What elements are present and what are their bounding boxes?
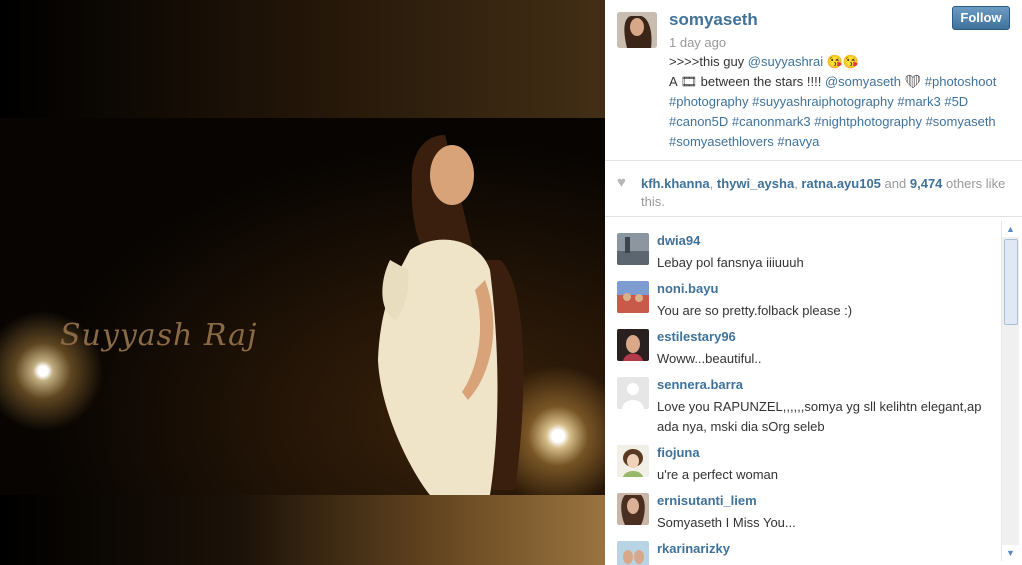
comments-list: dwia94 Lebay pol fansnya iiiuuuh noni.ba… [605, 217, 1022, 565]
photo-watermark: Suyyash Raj [60, 318, 258, 353]
comment-avatar[interactable] [617, 329, 649, 361]
avatar-image [617, 493, 649, 525]
photo-subject-figure [378, 135, 524, 495]
scroll-down-arrow-icon[interactable]: ▼ [1002, 545, 1019, 561]
comment-text: u're a perfect woman [657, 467, 778, 482]
comment-avatar[interactable] [617, 233, 649, 265]
avatar-image [617, 541, 649, 565]
avatar-image [617, 233, 649, 265]
comment-text: Somyaseth I Miss You... [657, 515, 796, 530]
caption-mention-link-2[interactable]: @somyaseth [825, 74, 901, 89]
likes-summary: kfh.khanna, thywi_aysha, ratna.ayu105 an… [641, 176, 1006, 209]
comment-username[interactable]: ernisutanti_liem [657, 493, 757, 508]
scroll-up-arrow-icon[interactable]: ▲ [1002, 221, 1019, 237]
comments-scrollbar[interactable]: ▲ ▼ [1001, 221, 1019, 561]
scrollbar-thumb[interactable] [1004, 239, 1018, 325]
post-caption: >>>>this guy @suyyashrai 😘😘 A 🎞 between … [669, 52, 1014, 152]
avatar-image [617, 329, 649, 361]
avatar-image [617, 445, 649, 477]
comment-username[interactable]: noni.bayu [657, 281, 718, 296]
avatar-image [617, 12, 657, 48]
comment-text: Love you RAPUNZEL,,,,,,somya yg sll keli… [657, 399, 982, 434]
comment-avatar[interactable] [617, 377, 649, 409]
default-avatar-icon [617, 377, 649, 409]
like-user-link[interactable]: ratna.ayu105 [801, 176, 881, 191]
comment-avatar[interactable] [617, 493, 649, 525]
heart-icon[interactable]: ♥ [617, 175, 631, 190]
comment-username[interactable]: dwia94 [657, 233, 700, 248]
follow-button[interactable]: Follow [952, 6, 1010, 30]
likes-section: ♥ kfh.khanna, thywi_aysha, ratna.ayu105 … [605, 161, 1022, 217]
photo-bottom-shade [0, 495, 605, 565]
avatar[interactable] [617, 12, 657, 48]
post-header: somyaseth 1 day ago Follow >>>>this guy … [605, 0, 1022, 161]
likes-and-label: and [884, 176, 907, 191]
post-sidebar: somyaseth 1 day ago Follow >>>>this guy … [605, 0, 1022, 565]
comment-username[interactable]: fiojuna [657, 445, 700, 460]
caption-emoji: 😘😘 [826, 54, 860, 69]
comment-username[interactable]: rkarinarizky [657, 541, 730, 556]
caption-text: >>>>this guy [669, 54, 748, 69]
comment-avatar[interactable] [617, 541, 649, 565]
comment-username[interactable]: estilestary96 [657, 329, 736, 344]
post-timestamp[interactable]: 1 day ago [669, 35, 726, 50]
comment-text: Lebay pol fansnya iiiuuuh [657, 255, 804, 270]
comment-text: Woww...beautiful.. [657, 351, 762, 366]
caption-heart: ❤ [901, 74, 925, 89]
comment-avatar[interactable] [617, 281, 649, 313]
comment-username[interactable]: sennera.barra [657, 377, 743, 392]
like-user-link[interactable]: thywi_aysha [717, 176, 794, 191]
avatar-image [617, 281, 649, 313]
comment-text: You are so pretty.folback please :) [657, 303, 853, 318]
caption-mention-link[interactable]: @suyyashrai [748, 54, 823, 69]
photo-top-shade [0, 0, 605, 118]
likes-count-link[interactable]: 9,474 [910, 176, 943, 191]
like-user-link[interactable]: kfh.khanna [641, 176, 710, 191]
post-photo-panel: Suyyash Raj [0, 0, 605, 565]
comment-avatar[interactable] [617, 445, 649, 477]
caption-text-line2: A 🎞 between the stars !!!! [669, 74, 825, 89]
post-username[interactable]: somyaseth [669, 10, 758, 30]
